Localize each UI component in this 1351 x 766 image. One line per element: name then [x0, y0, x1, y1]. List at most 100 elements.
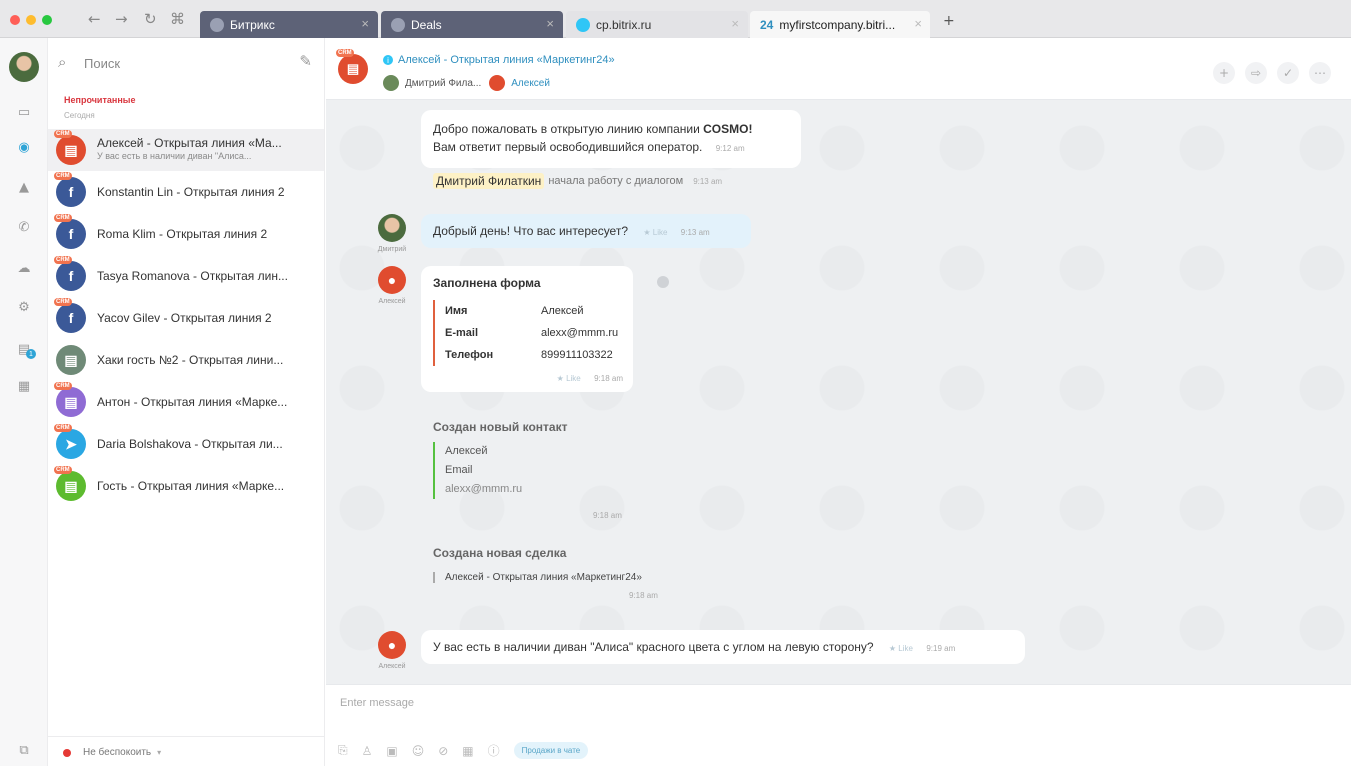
tab-bitrix[interactable]: Битрикс ×: [200, 11, 378, 38]
tab-myfirstcompany[interactable]: 24 myfirstcompany.bitri... ×: [750, 11, 930, 38]
window-icon[interactable]: ⧉: [16, 742, 32, 758]
crm-badge: CRM: [54, 256, 72, 264]
form-row: Имя Алексей: [445, 300, 621, 322]
cloud-icon[interactable]: ☁: [16, 260, 32, 276]
header-actions: + ⇨ ✓ ⋯: [1213, 62, 1331, 84]
chat-title[interactable]: i Алексей - Открытая линия «Маркетинг24»: [383, 54, 615, 66]
forward-icon[interactable]: →: [115, 10, 128, 28]
close-icon[interactable]: ×: [546, 16, 554, 31]
icon-rail: ▭ ◉ ▲ ✆ ☁ ⚙ ▤ 1 ▦ ⧉: [0, 38, 48, 766]
facebook-icon: f: [68, 268, 74, 284]
attach-icon[interactable]: ⎘: [338, 743, 348, 758]
chat-avatar[interactable]: CRM ▤: [336, 49, 368, 84]
participant-name[interactable]: Дмитрий Фила...: [405, 78, 481, 89]
chat-list-item[interactable]: f CRM Roma Klim - Открытая линия 2: [48, 213, 324, 255]
operator-mention[interactable]: Дмитрий Филаткин: [433, 173, 545, 189]
chat-list-item[interactable]: ▤ CRM Алексей - Открытая линия «Ма... У вас…: [48, 129, 324, 171]
avatar-label: Алексей: [378, 298, 406, 305]
chat-icon: ▤: [64, 393, 78, 410]
form-fields: Имя Алексей E-mail alexx@mmm.ru Телефон 899…: [433, 300, 621, 366]
message-time: 9:19 am: [926, 644, 956, 653]
message-text: У вас есть в наличии диван "Алиса" красн…: [433, 640, 874, 654]
info-icon: i: [383, 55, 393, 65]
chat-list-item[interactable]: ➤ CRM Daria Bolshakova - Открытая ли...: [48, 423, 324, 465]
chat-list-item[interactable]: f CRM Tasya Romanova - Открытая лин...: [48, 255, 324, 297]
notes-icon[interactable]: ▦: [16, 378, 32, 394]
chat-avatar: ➤ CRM: [54, 424, 86, 459]
chat-list-item[interactable]: f CRM Yacov Gilev - Открытая линия 2: [48, 297, 324, 339]
participant-name[interactable]: Алексей: [511, 78, 550, 89]
calendar-icon[interactable]: ▦: [462, 744, 473, 758]
search-input[interactable]: [84, 54, 274, 72]
form-message: Заполнена форма Имя Алексей E-mail alexx@m…: [421, 266, 633, 392]
tab-deals[interactable]: Deals ×: [381, 11, 563, 38]
crm-badge: CRM: [54, 172, 72, 180]
smile-icon[interactable]: ☺: [412, 744, 425, 758]
facebook-icon: f: [68, 184, 74, 200]
form-row: E-mail alexx@mmm.ru: [445, 322, 621, 344]
status-selector[interactable]: Не беспокоить ▾: [63, 747, 161, 758]
close-icon[interactable]: ×: [731, 16, 739, 31]
welcome-text-2: Вам ответит первый освободившийся операт…: [433, 140, 703, 154]
deal-name[interactable]: Алексей - Открытая линия «Маркетинг24»: [433, 572, 693, 583]
message-menu-icon[interactable]: [657, 276, 669, 288]
close-icon[interactable]: ×: [914, 16, 922, 31]
sales-in-chat-button[interactable]: Продажи в чате: [513, 742, 589, 759]
chat-name: Yacov Gilev - Открытая линия 2: [97, 311, 272, 325]
window-minimize-button[interactable]: [26, 15, 36, 25]
like-button[interactable]: ★ Like: [889, 644, 913, 653]
chat-name: Хаки гость №2 - Открытая лини...: [97, 353, 284, 367]
chevron-down-icon: ▾: [157, 748, 162, 757]
crm-badge: CRM: [54, 298, 72, 306]
open-lines-icon[interactable]: ◉: [16, 139, 32, 155]
form-row: Телефон 899911103322: [445, 344, 621, 366]
section-unread: Непрочитанные: [64, 95, 136, 105]
link-icon[interactable]: ⌘: [170, 10, 185, 28]
chat-list-item[interactable]: f CRM Konstantin Lin - Открытая линия 2: [48, 171, 324, 213]
participant-avatar[interactable]: [489, 75, 506, 91]
compose-icon[interactable]: ✎: [299, 52, 312, 70]
note-icon[interactable]: ▣: [386, 744, 397, 758]
tab-cp-bitrix[interactable]: cp.bitrix.ru ×: [566, 11, 748, 38]
window-zoom-button[interactable]: [42, 15, 52, 25]
client-avatar[interactable]: ●: [378, 266, 406, 294]
transfer-icon[interactable]: ⇨: [1245, 62, 1267, 84]
operator-avatar[interactable]: [378, 214, 406, 242]
bitrix24-logo-icon: 24: [760, 17, 774, 32]
like-button[interactable]: ★ Like: [643, 228, 667, 237]
block-icon[interactable]: ⊘: [438, 744, 448, 758]
reload-icon[interactable]: ↻: [144, 10, 157, 28]
status-dot-icon: [63, 748, 71, 757]
operator-message: Добрый день! Что вас интересует? ★ Like …: [421, 214, 751, 248]
contact-email[interactable]: alexx@mmm.ru: [445, 480, 633, 499]
settings-icon[interactable]: ⚙: [16, 299, 32, 315]
finish-icon[interactable]: ✓: [1277, 62, 1299, 84]
user-icon[interactable]: ♙: [362, 744, 373, 758]
unread-badge: 1: [26, 349, 36, 359]
system-message: Дмитрий Филаткин начала работу с диалого…: [433, 173, 722, 189]
more-icon[interactable]: ⋯: [1309, 62, 1331, 84]
client-avatar[interactable]: ●: [378, 631, 406, 659]
like-button[interactable]: ★ Like: [557, 374, 581, 383]
contact-name[interactable]: Алексей: [445, 442, 633, 461]
chat-list-item[interactable]: ▤ CRM Гость - Открытая линия «Марке...: [48, 465, 324, 507]
user-avatar[interactable]: [9, 52, 39, 82]
bell-icon[interactable]: ▲: [16, 179, 32, 195]
tab-label: cp.bitrix.ru: [596, 17, 652, 32]
add-user-icon[interactable]: +: [1213, 62, 1235, 84]
chat-avatar: ▤ CRM: [54, 466, 86, 501]
notice-title: Создана новая сделка: [433, 546, 567, 560]
chat-avatar: f CRM: [54, 172, 86, 207]
phone-icon[interactable]: ✆: [16, 219, 32, 235]
deal-created-notice: Создана новая сделка Алексей - Открытая …: [433, 546, 693, 600]
window-close-button[interactable]: [10, 15, 20, 25]
chat-bubble-icon[interactable]: ▭: [16, 104, 32, 120]
chat-list-item[interactable]: ▤ Хаки гость №2 - Открытая лини...: [48, 339, 324, 381]
participant-avatar[interactable]: [383, 75, 399, 91]
info-icon[interactable]: ⓘ: [488, 742, 500, 759]
back-icon[interactable]: ←: [88, 10, 101, 28]
chat-list-item[interactable]: ▤ CRM Антон - Открытая линия «Марке...: [48, 381, 324, 423]
new-tab-button[interactable]: +: [943, 13, 955, 29]
message-input[interactable]: [340, 693, 1240, 713]
close-icon[interactable]: ×: [361, 16, 369, 31]
